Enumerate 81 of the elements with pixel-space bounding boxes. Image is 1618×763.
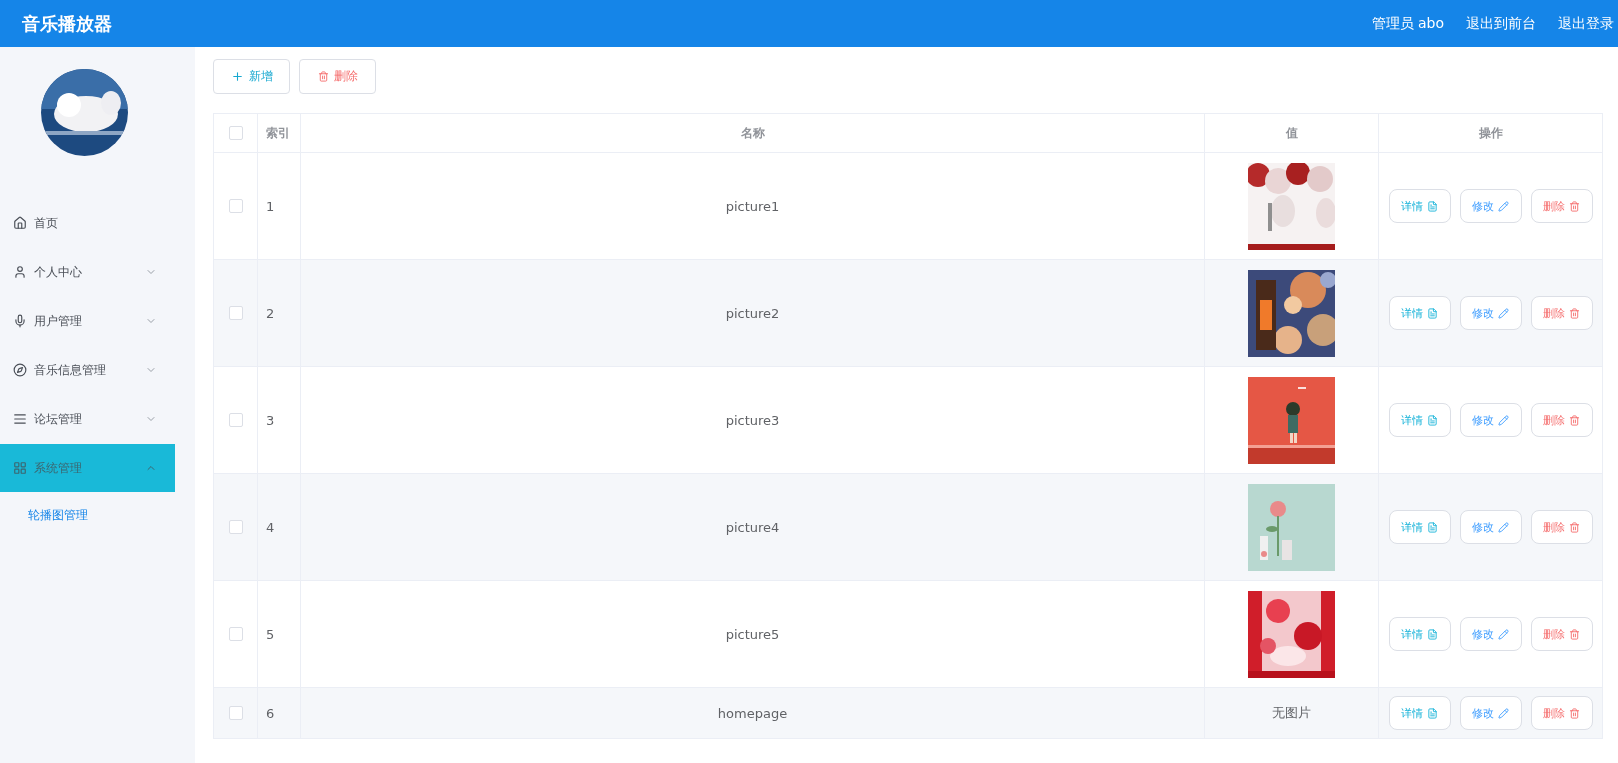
add-button[interactable]: 新增 — [213, 59, 290, 94]
table-cell: 4 — [266, 519, 275, 535]
table-cell: 1 — [266, 198, 275, 214]
document-icon — [1427, 200, 1438, 212]
grid-icon — [13, 461, 27, 475]
pencil-icon — [1498, 307, 1509, 319]
delete-button[interactable]: 删除 — [1530, 403, 1593, 437]
trash-icon — [1569, 628, 1580, 640]
details-button[interactable]: 详情 — [1388, 189, 1451, 223]
document-icon — [1427, 707, 1438, 719]
menu-item[interactable]: 系统管理 — [0, 444, 175, 492]
table-cell: homepage — [717, 705, 788, 721]
header-link[interactable]: 退出到前台 — [1466, 14, 1536, 33]
document-icon — [1427, 628, 1438, 640]
table-cell: picture3 — [725, 412, 780, 428]
pencil-icon — [1498, 200, 1509, 212]
column-header: 值 — [1285, 124, 1298, 142]
pencil-icon — [1498, 707, 1509, 719]
details-button[interactable]: 详情 — [1388, 696, 1451, 730]
edit-button[interactable]: 修改 — [1459, 510, 1522, 544]
delete-button[interactable]: 删除 — [1530, 617, 1593, 651]
checkbox[interactable] — [228, 199, 243, 213]
column-header: 索引 — [266, 124, 290, 142]
menu-item[interactable]: 个人中心 — [0, 248, 175, 296]
trash-icon — [1569, 521, 1580, 533]
table-cell: picture5 — [725, 626, 780, 642]
menu-item[interactable]: 用户管理 — [0, 297, 175, 345]
table-cell: 6 — [266, 705, 275, 721]
checkbox[interactable] — [228, 706, 243, 720]
delete-button[interactable]: 删除 — [1530, 696, 1593, 730]
header-link[interactable]: 退出登录 — [1558, 14, 1614, 33]
pencil-icon — [1498, 414, 1509, 426]
pencil-icon — [1498, 521, 1509, 533]
edit-button[interactable]: 修改 — [1459, 296, 1522, 330]
column-header: 操作 — [1478, 124, 1503, 142]
trash-icon — [1569, 200, 1580, 212]
table-cell: picture4 — [725, 519, 780, 535]
menu-item[interactable]: 论坛管理 — [0, 395, 175, 443]
table-cell: picture1 — [725, 198, 780, 214]
table-cell: 无图片 — [1272, 704, 1311, 722]
home-icon — [13, 216, 27, 230]
document-icon — [1427, 414, 1438, 426]
menu-icon — [13, 412, 27, 426]
app-title: 音乐播放器 — [22, 11, 112, 36]
edit-button[interactable]: 修改 — [1459, 189, 1522, 223]
trash-icon — [317, 71, 329, 82]
table-cell: 2 — [266, 305, 275, 321]
table-cell: 3 — [266, 412, 275, 428]
user-label: 管理员 abo — [1371, 14, 1444, 33]
checkbox[interactable] — [228, 520, 243, 534]
column-header: 名称 — [740, 124, 765, 142]
table-cell: 5 — [266, 626, 275, 642]
pencil-icon — [1498, 628, 1509, 640]
edit-button[interactable]: 修改 — [1459, 403, 1522, 437]
document-icon — [1427, 521, 1438, 533]
user-icon — [13, 265, 27, 279]
compass-icon — [13, 363, 27, 377]
delete-button[interactable]: 删除 — [1530, 189, 1593, 223]
trash-icon — [1569, 307, 1580, 319]
details-button[interactable]: 详情 — [1388, 617, 1451, 651]
details-button[interactable]: 详情 — [1388, 510, 1451, 544]
submenu-item[interactable]: 轮播图管理 — [0, 493, 195, 537]
checkbox[interactable] — [228, 306, 243, 320]
menu-item[interactable]: 音乐信息管理 — [0, 346, 175, 394]
delete-button[interactable]: 删除 — [1530, 510, 1593, 544]
microphone-icon — [13, 314, 27, 328]
table-cell: picture2 — [725, 305, 780, 321]
edit-button[interactable]: 修改 — [1459, 617, 1522, 651]
plus-icon — [230, 70, 244, 83]
checkbox[interactable] — [228, 413, 243, 427]
trash-icon — [1569, 414, 1580, 426]
delete-button[interactable]: 删除 — [1530, 296, 1593, 330]
trash-icon — [1569, 707, 1580, 719]
checkbox[interactable] — [228, 627, 243, 641]
details-button[interactable]: 详情 — [1388, 296, 1451, 330]
edit-button[interactable]: 修改 — [1459, 696, 1522, 730]
delete-button[interactable]: 删除 — [299, 59, 376, 94]
checkbox[interactable] — [228, 126, 243, 140]
document-icon — [1427, 307, 1438, 319]
details-button[interactable]: 详情 — [1388, 403, 1451, 437]
menu-item[interactable]: 首页 — [0, 199, 175, 247]
